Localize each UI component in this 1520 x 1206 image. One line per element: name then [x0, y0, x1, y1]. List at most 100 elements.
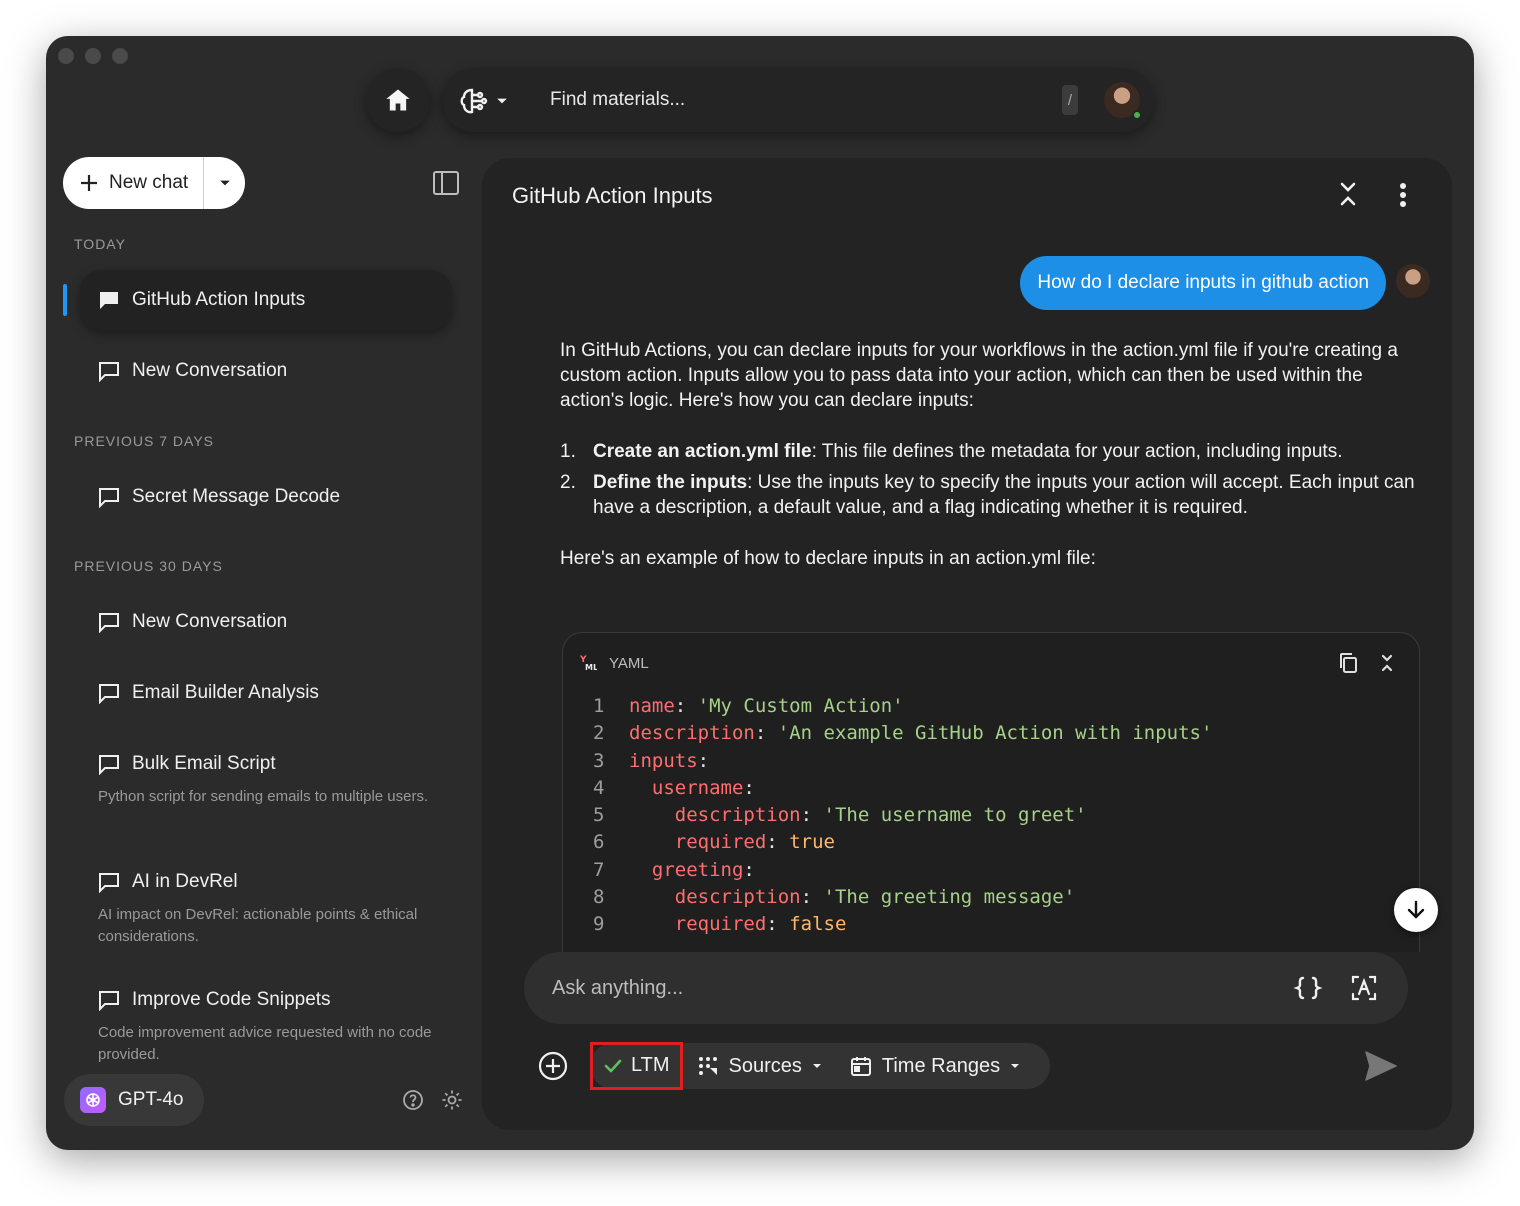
conversation-item[interactable]: Email Builder Analysis: [80, 663, 452, 723]
scroll-to-bottom-button[interactable]: [1394, 888, 1438, 932]
conversation-title: Email Builder Analysis: [132, 682, 319, 703]
line-number: 6: [593, 831, 605, 854]
minimize-window-button[interactable]: [85, 48, 101, 64]
chat-bubble-icon: [99, 362, 119, 382]
yaml-value: 'The greeting message': [823, 886, 1076, 909]
conversation-title: New Conversation: [132, 360, 288, 381]
chevron-down-icon: [1011, 1064, 1020, 1068]
chat-bubble-icon: [99, 755, 119, 775]
conversation-item[interactable]: New Conversation: [80, 592, 452, 652]
openai-logo-icon: [80, 1087, 106, 1113]
more-options-icon[interactable]: [1397, 180, 1409, 210]
time-ranges-label: Time Ranges: [881, 1054, 1001, 1077]
collapse-icon[interactable]: [1337, 180, 1359, 208]
chat-bubble-icon: [99, 684, 119, 704]
close-window-button[interactable]: [58, 48, 74, 64]
code-line: 9 required: false: [593, 911, 1212, 938]
chevron-down-icon: [812, 1064, 821, 1068]
code-line: 6 required: true: [593, 829, 1212, 856]
line-number: 8: [593, 886, 605, 909]
yaml-value: false: [789, 913, 847, 936]
sources-dropdown[interactable]: Sources: [683, 1043, 836, 1089]
code-line: 8 description: 'The greeting message': [593, 884, 1212, 911]
new-chat-button[interactable]: New chat: [63, 157, 203, 209]
chat-bubble-icon: [99, 873, 119, 893]
chevron-down-icon: [219, 180, 230, 186]
model-selector[interactable]: GPT-4o: [64, 1074, 204, 1126]
search-input[interactable]: Find materials...: [550, 89, 685, 111]
yaml-key: name: [629, 695, 675, 717]
chevron-down-icon: [497, 98, 507, 104]
yaml-file-icon: Y ML: [579, 653, 598, 674]
sidebar-toggle-icon[interactable]: [432, 169, 460, 197]
line-number: 9: [593, 913, 605, 936]
arrow-down-icon: [1407, 900, 1425, 919]
code-language: YAML: [609, 655, 649, 672]
list-item: 1. Create an action.yml file: This file d…: [560, 439, 1426, 464]
code-line: 3 inputs:: [593, 748, 1212, 775]
svg-text:ML: ML: [585, 663, 597, 671]
conversation-item[interactable]: AI in DevRel AI impact on DevRel: action…: [80, 852, 452, 948]
shortcut-hint: /: [1062, 85, 1078, 115]
conversation-item[interactable]: Improve Code Snippets Code improvement a…: [80, 970, 452, 1066]
chat-bubble-icon: [99, 991, 119, 1011]
yaml-key: required: [674, 831, 767, 854]
home-button[interactable]: [366, 68, 430, 132]
yaml-key: greeting: [651, 858, 744, 881]
help-icon[interactable]: [402, 1089, 424, 1111]
active-indicator: [63, 284, 67, 316]
conversation-title: Improve Code Snippets: [132, 989, 331, 1010]
chat-bubble-icon: [99, 488, 119, 508]
step-heading: Create an action.yml file: [593, 441, 812, 462]
line-number: 7: [593, 858, 605, 881]
copy-icon[interactable]: [1337, 651, 1359, 675]
text-recognition-icon[interactable]: [1350, 974, 1378, 1002]
yaml-key: inputs: [629, 749, 698, 772]
line-number: 3: [593, 749, 605, 772]
ask-input[interactable]: [552, 952, 1252, 1024]
add-attachment-icon[interactable]: [538, 1051, 568, 1081]
search-bar[interactable]: Find materials... /: [442, 68, 1154, 132]
answer-steps: 1. Create an action.yml file: This file d…: [560, 439, 1426, 520]
calendar-icon: [850, 1057, 871, 1076]
conversation-title: Secret Message Decode: [132, 486, 341, 507]
conversation-item[interactable]: New Conversation: [80, 341, 452, 401]
app-window: Find materials... / New chat TODAY GitHu…: [46, 36, 1474, 1150]
code-braces-icon[interactable]: [1294, 974, 1322, 1002]
conversation-description: AI impact on DevRel: actionable points &…: [98, 906, 418, 945]
plus-icon: [81, 175, 97, 191]
maximize-window-button[interactable]: [112, 48, 128, 64]
section-label-today: TODAY: [74, 236, 126, 252]
conversation-item[interactable]: GitHub Action Inputs: [80, 270, 452, 330]
ltm-label: LTM: [631, 1054, 670, 1076]
ltm-toggle[interactable]: LTM: [590, 1041, 683, 1090]
conversation-description: Code improvement advice requested with n…: [98, 1024, 432, 1063]
time-ranges-dropdown[interactable]: Time Ranges: [836, 1043, 1034, 1089]
conversation-item[interactable]: Bulk Email Script Python script for send…: [80, 734, 452, 808]
line-number: 1: [593, 695, 605, 717]
new-chat-dropdown[interactable]: [204, 177, 245, 189]
conversation-title: GitHub Action Inputs: [132, 289, 306, 310]
workspace-selector[interactable]: [458, 85, 508, 117]
yaml-key: description: [674, 804, 801, 827]
send-icon[interactable]: [1364, 1050, 1398, 1082]
home-icon: [386, 89, 410, 111]
gear-icon[interactable]: [441, 1089, 463, 1111]
assistant-message: In GitHub Actions, you can declare input…: [560, 338, 1426, 597]
sources-label: Sources: [728, 1054, 802, 1077]
user-message-bubble: How do I declare inputs in github action: [1020, 256, 1386, 310]
yaml-value: 'The username to greet': [823, 804, 1087, 827]
yaml-value: 'My Custom Action': [697, 695, 904, 717]
collapse-code-icon[interactable]: [1379, 653, 1395, 673]
composer: [524, 952, 1408, 1024]
new-chat-label: New chat: [109, 172, 189, 193]
list-number: 1.: [560, 441, 576, 462]
code-block: Y ML YAML 1 name: 'My Custom Action' 2 descr…: [562, 632, 1420, 952]
brain-icon: [460, 88, 488, 114]
conversation-item[interactable]: Secret Message Decode: [80, 467, 452, 527]
chat-panel: GitHub Action Inputs How do I declare in…: [482, 158, 1452, 1130]
code-line: 1 name: 'My Custom Action': [593, 693, 1212, 720]
